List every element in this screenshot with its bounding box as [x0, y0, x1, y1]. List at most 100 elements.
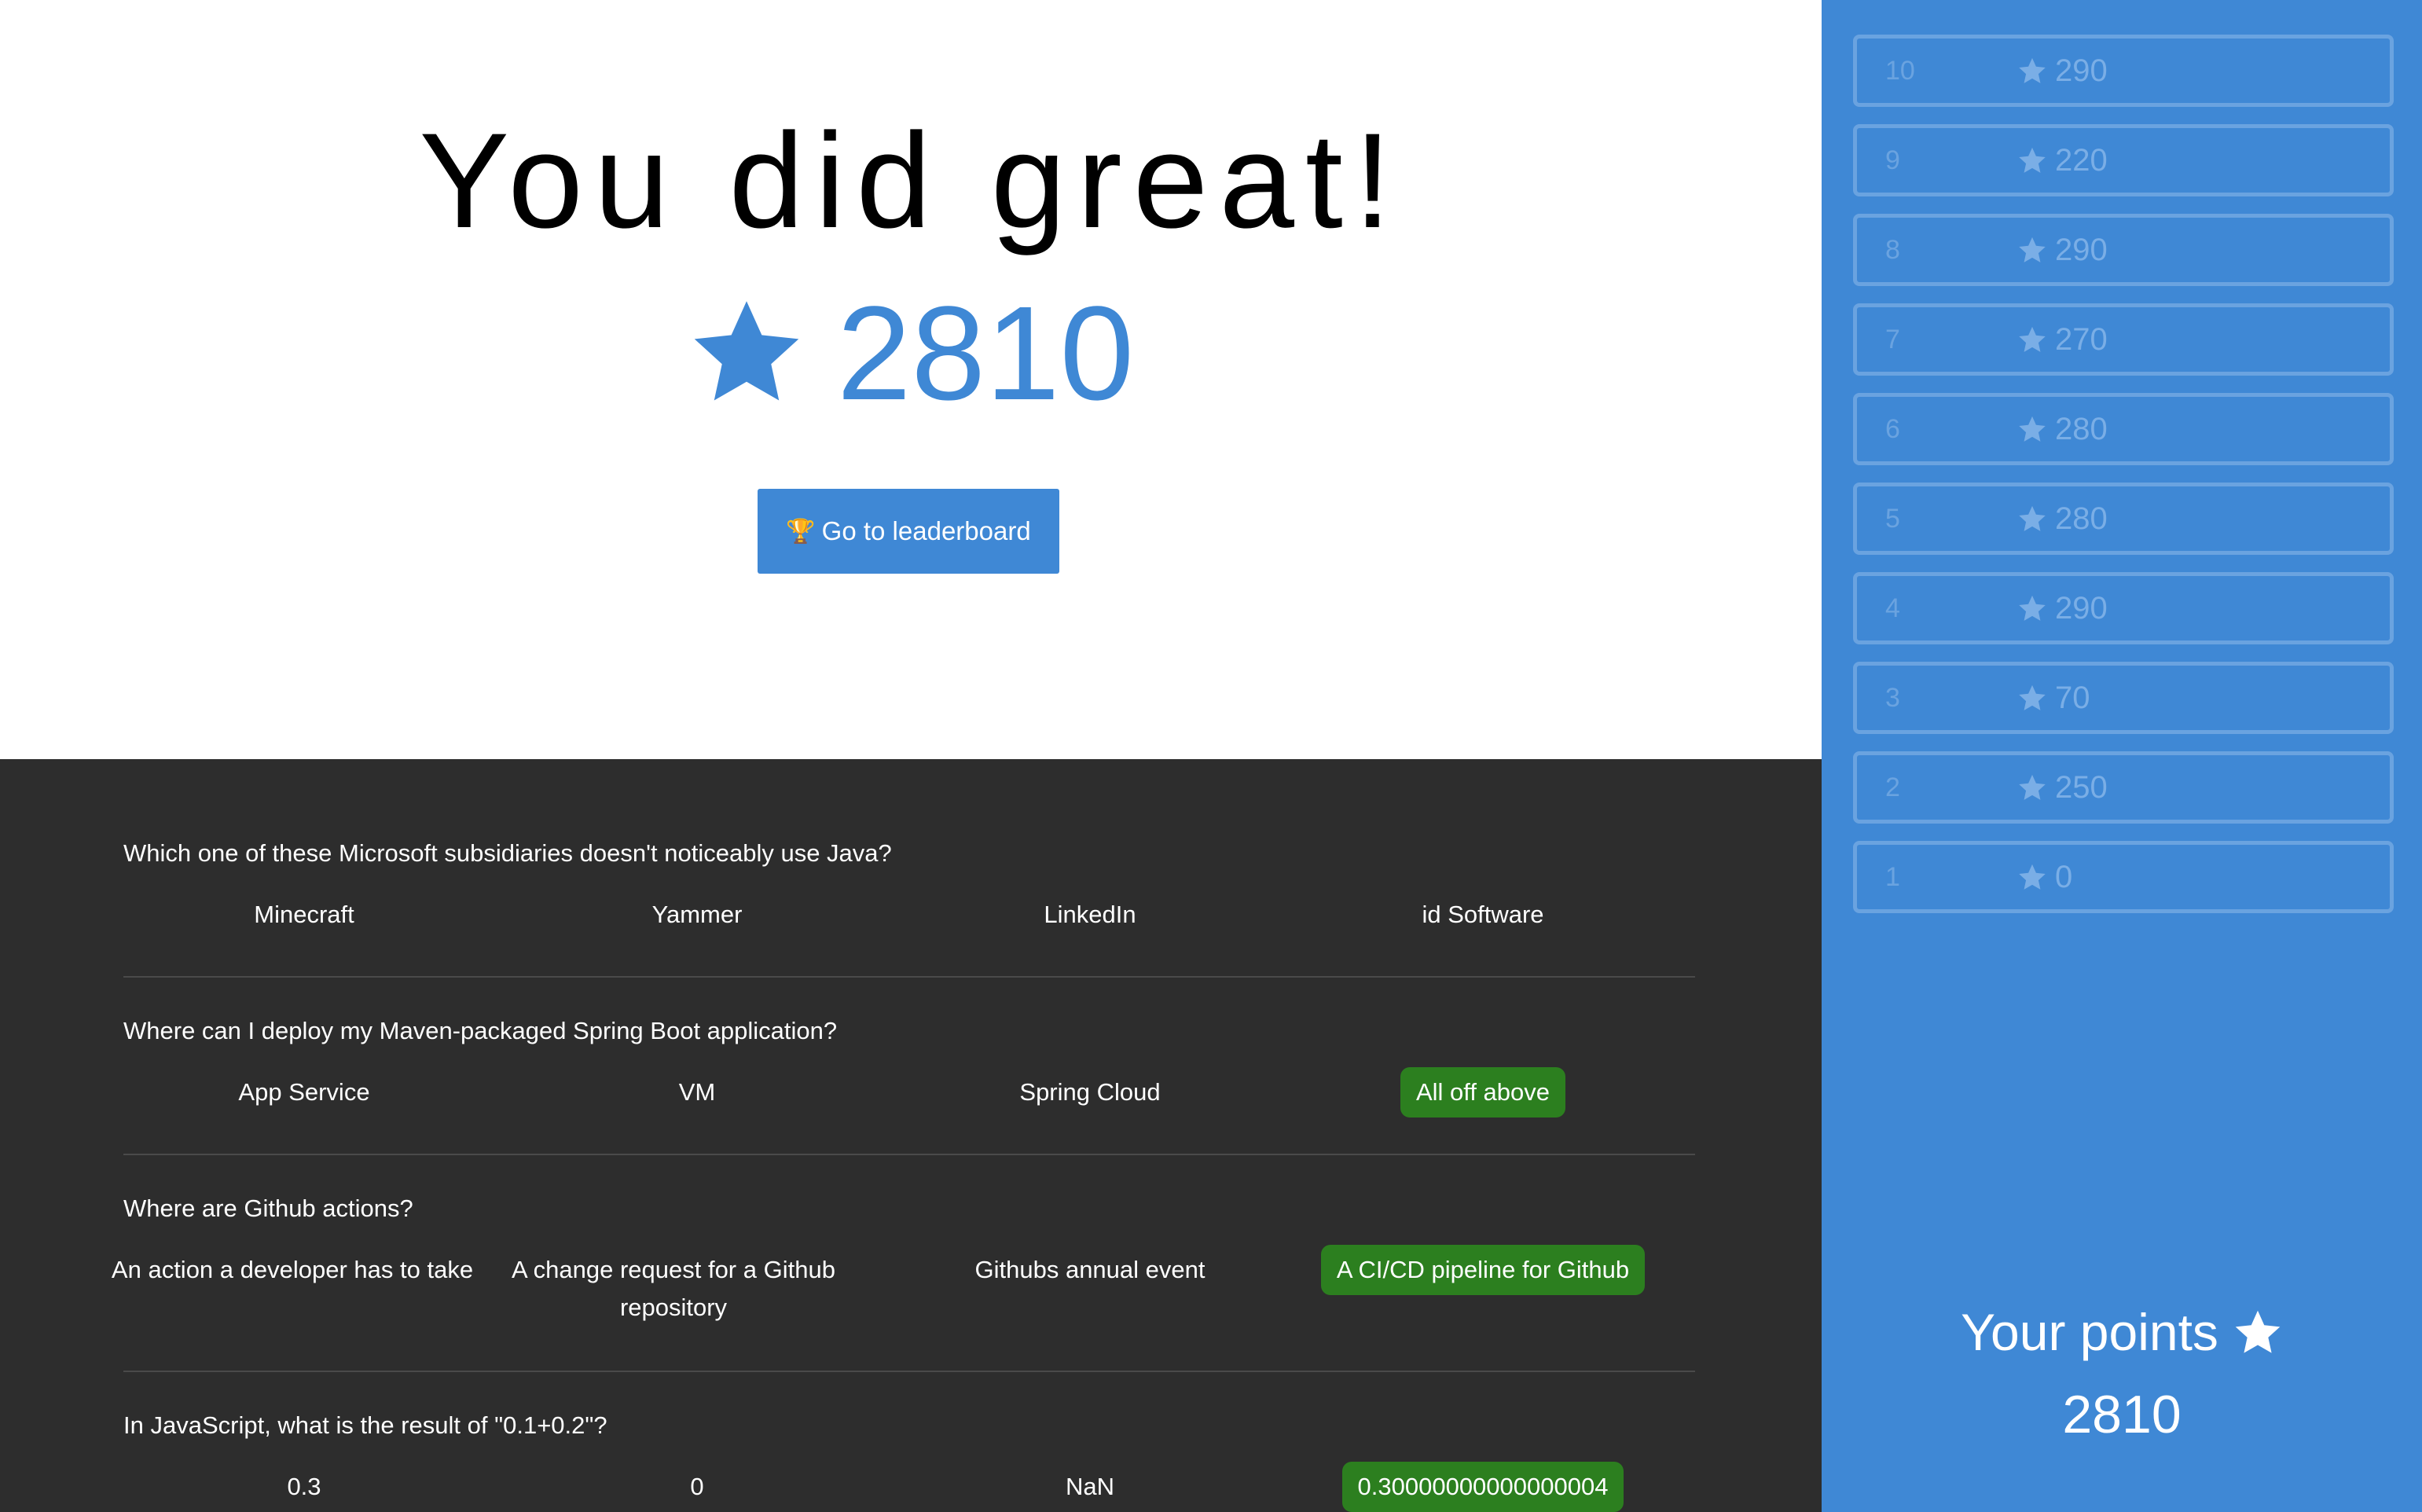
rounds-sidebar: 10 290 9 220 8 290 7 270 6 280 5 280 4 2…	[1822, 0, 2422, 1512]
answer-option: 0.3	[123, 1468, 485, 1506]
correct-answer-badge: 0.30000000000000004	[1341, 1462, 1624, 1512]
round-card[interactable]: 10 290	[1853, 35, 2394, 107]
star-icon	[694, 301, 799, 401]
answer-text: Yammer	[651, 901, 743, 928]
round-number: 9	[1885, 145, 1900, 175]
star-icon	[2019, 147, 2046, 173]
answer-option: VM	[516, 1073, 878, 1111]
round-points-value: 0	[2055, 860, 2073, 894]
your-points-summary: Your points 2810	[1822, 1289, 2422, 1454]
answer-option: Spring Cloud	[909, 1073, 1271, 1111]
answer-option-correct: A CI/CD pipeline for Github	[1302, 1245, 1664, 1295]
answer-option: Githubs annual event	[909, 1251, 1271, 1289]
round-points: 0	[2017, 845, 2072, 909]
round-points: 280	[2017, 486, 2108, 551]
answer-text: 0	[690, 1473, 704, 1500]
answer-option: 0	[516, 1468, 878, 1506]
star-icon	[2019, 237, 2046, 262]
your-points-label-text: Your points	[1961, 1303, 2218, 1361]
answer-text: Minecraft	[254, 901, 354, 928]
answer-option: An action a developer has to take	[108, 1251, 477, 1289]
answer-text: An action a developer has to take	[111, 1256, 474, 1283]
round-points-value: 280	[2055, 501, 2108, 536]
question-text: In JavaScript, what is the result of "0.…	[123, 1411, 607, 1439]
round-points-value: 220	[2055, 143, 2108, 178]
go-to-leaderboard-button[interactable]: 🏆 Go to leaderboard	[758, 489, 1059, 574]
divider	[123, 1154, 1695, 1155]
round-points: 280	[2017, 397, 2108, 461]
round-points-value: 280	[2055, 412, 2108, 446]
total-score: 2810	[0, 283, 1822, 424]
round-card[interactable]: 3 70	[1853, 662, 2394, 734]
round-card[interactable]: 1 0	[1853, 841, 2394, 913]
round-points: 250	[2017, 755, 2108, 820]
round-points: 290	[2017, 576, 2108, 640]
answer-option: A change request for a Github repository	[485, 1251, 862, 1327]
round-number: 5	[1885, 504, 1900, 534]
answer-text: App Service	[238, 1078, 370, 1106]
star-icon	[2019, 505, 2046, 531]
answer-text: Spring Cloud	[1019, 1078, 1161, 1106]
answer-text: VM	[678, 1078, 716, 1106]
answer-text: 0.3	[287, 1473, 321, 1500]
question-text: Which one of these Microsoft subsidiarie…	[123, 839, 892, 867]
round-number: 8	[1885, 235, 1900, 265]
star-icon	[2019, 774, 2046, 800]
answer-text: NaN	[1065, 1473, 1114, 1500]
round-points: 270	[2017, 307, 2108, 372]
round-points-value: 70	[2055, 681, 2090, 715]
your-points-label: Your points	[1822, 1289, 2422, 1375]
round-card[interactable]: 8 290	[1853, 214, 2394, 286]
results-hero: You did great! 2810 🏆 Go to leaderboard	[0, 0, 1822, 759]
answer-option: NaN	[909, 1468, 1271, 1506]
star-icon	[2019, 57, 2046, 83]
star-icon	[2235, 1310, 2281, 1353]
round-points-value: 250	[2055, 770, 2108, 805]
your-points-value: 2810	[2062, 1385, 2182, 1444]
page-title: You did great!	[419, 105, 1403, 256]
round-card[interactable]: 7 270	[1853, 303, 2394, 376]
answer-text: A change request for a Github repository	[512, 1256, 835, 1321]
correct-answer-badge: A CI/CD pipeline for Github	[1320, 1245, 1646, 1295]
star-icon	[2019, 684, 2046, 710]
quiz-results-page: You did great! 2810 🏆 Go to leaderboard …	[0, 0, 2422, 1512]
questions-review: Which one of these Microsoft subsidiarie…	[0, 759, 1822, 1512]
star-icon	[2019, 595, 2046, 621]
round-number: 1	[1885, 862, 1900, 892]
round-card[interactable]: 4 290	[1853, 572, 2394, 644]
round-points: 70	[2017, 666, 2090, 730]
round-card[interactable]: 9 220	[1853, 124, 2394, 196]
answer-option: Minecraft	[123, 896, 485, 934]
round-number: 7	[1885, 325, 1900, 354]
star-icon	[2019, 864, 2046, 890]
round-number: 4	[1885, 593, 1900, 623]
answer-text: LinkedIn	[1044, 901, 1136, 928]
answer-option: LinkedIn	[909, 896, 1271, 934]
answer-option: Yammer	[516, 896, 878, 934]
divider	[123, 976, 1695, 978]
total-score-value: 2810	[836, 279, 1135, 428]
answer-option-correct: All off above	[1302, 1067, 1664, 1117]
trophy-icon: 🏆	[786, 518, 816, 545]
star-icon	[2019, 416, 2046, 442]
round-card[interactable]: 6 280	[1853, 393, 2394, 465]
answer-option: id Software	[1302, 896, 1664, 934]
round-card[interactable]: 5 280	[1853, 483, 2394, 555]
answer-option: App Service	[123, 1073, 485, 1111]
round-points-value: 270	[2055, 322, 2108, 357]
round-number: 10	[1885, 56, 1915, 86]
star-icon	[2019, 326, 2046, 352]
round-points: 290	[2017, 218, 2108, 282]
round-points: 290	[2017, 39, 2108, 103]
round-points-value: 290	[2055, 53, 2108, 88]
round-points-value: 290	[2055, 233, 2108, 267]
answer-option-correct: 0.30000000000000004	[1302, 1462, 1664, 1512]
question-text: Where can I deploy my Maven-packaged Spr…	[123, 1017, 838, 1044]
round-card[interactable]: 2 250	[1853, 751, 2394, 824]
go-to-leaderboard-label: Go to leaderboard	[821, 516, 1031, 545]
answer-text: id Software	[1422, 901, 1544, 928]
round-number: 6	[1885, 414, 1900, 444]
divider	[123, 1371, 1695, 1372]
round-number: 2	[1885, 773, 1900, 802]
round-points: 220	[2017, 128, 2108, 193]
